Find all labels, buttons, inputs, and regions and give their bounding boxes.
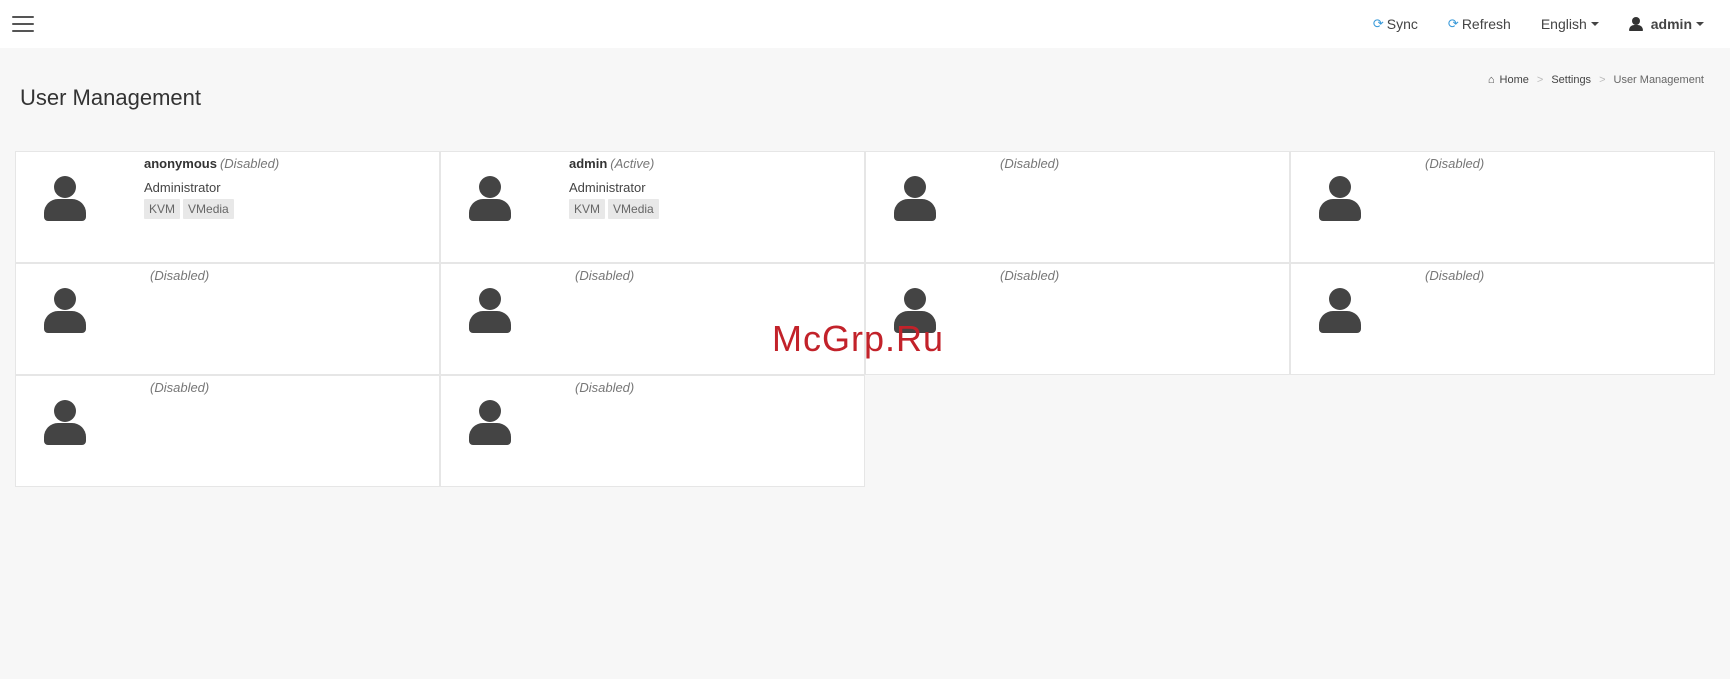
user-status: (Disabled)	[1425, 156, 1485, 171]
privilege-tag: KVM	[144, 199, 181, 219]
sync-button[interactable]: ⟳ Sync	[1373, 16, 1418, 32]
privilege-tag: KVM	[569, 199, 606, 219]
user-status: (Disabled)	[219, 156, 280, 171]
user-name: admin	[569, 156, 608, 171]
user-avatar-icon	[894, 176, 936, 222]
breadcrumb-current: User Management	[1613, 74, 1705, 86]
breadcrumb: ⌂ Home > Settings > User Management	[1488, 74, 1704, 86]
user-name: anonymous	[144, 156, 217, 171]
user-icon	[1628, 17, 1643, 31]
user-card[interactable]: admin (Active) Administrator KVM VMedia	[440, 151, 865, 263]
language-dropdown[interactable]: English	[1541, 16, 1599, 32]
sync-label: Sync	[1386, 16, 1418, 32]
user-role: Administrator	[569, 180, 646, 195]
breadcrumb-separator: >	[1536, 74, 1544, 86]
breadcrumb-settings[interactable]: Settings	[1551, 74, 1591, 86]
topbar-actions: ⟳ Sync ⟳ Refresh English admin	[1343, 16, 1704, 32]
breadcrumb-separator: >	[1599, 74, 1606, 86]
user-status: (Disabled)	[1425, 268, 1485, 283]
user-avatar-icon	[44, 288, 86, 334]
user-label: admin	[1650, 16, 1692, 32]
user-card[interactable]: (Disabled)	[15, 375, 440, 487]
refresh-label: Refresh	[1461, 16, 1511, 32]
caret-down-icon	[1590, 22, 1599, 26]
user-card[interactable]: (Disabled)	[1290, 263, 1715, 375]
user-avatar-icon	[1319, 176, 1361, 222]
user-status: (Disabled)	[1000, 268, 1060, 283]
refresh-button[interactable]: ⟳ Refresh	[1448, 16, 1511, 32]
hamburger-menu-icon[interactable]	[12, 16, 34, 32]
user-avatar-icon	[469, 176, 511, 222]
user-status: (Disabled)	[1000, 156, 1060, 171]
refresh-icon: ⟳	[1447, 16, 1459, 31]
user-avatar-icon	[469, 288, 511, 334]
user-avatar-icon	[469, 400, 511, 446]
user-card[interactable]: anonymous (Disabled) Administrator KVM VM…	[15, 151, 440, 263]
privilege-tag: VMedia	[183, 199, 234, 219]
user-role: Administrator	[144, 180, 221, 195]
user-card[interactable]: (Disabled)	[15, 263, 440, 375]
user-avatar-icon	[44, 400, 86, 446]
user-card[interactable]: (Disabled)	[440, 375, 865, 487]
home-icon: ⌂	[1487, 74, 1495, 86]
user-status: (Disabled)	[575, 268, 635, 283]
user-avatar-icon	[44, 176, 86, 222]
user-status: (Disabled)	[150, 380, 210, 395]
caret-down-icon	[1696, 22, 1704, 26]
watermark: McGrp.Ru	[772, 318, 945, 359]
language-label: English	[1540, 16, 1587, 32]
user-avatar-icon	[1319, 288, 1361, 334]
user-card[interactable]: (Disabled)	[865, 151, 1290, 263]
user-status: (Disabled)	[575, 380, 635, 395]
page-title: User Management	[20, 85, 201, 110]
breadcrumb-home[interactable]: Home	[1500, 74, 1529, 86]
user-dropdown[interactable]: admin	[1628, 16, 1704, 32]
privilege-tag: VMedia	[608, 199, 659, 219]
user-card[interactable]: (Disabled)	[1290, 151, 1715, 263]
user-status: (Active)	[610, 156, 655, 171]
top-navbar: ⟳ Sync ⟳ Refresh English admin	[0, 0, 1730, 48]
sync-icon: ⟳	[1372, 16, 1384, 31]
user-status: (Disabled)	[150, 268, 210, 283]
